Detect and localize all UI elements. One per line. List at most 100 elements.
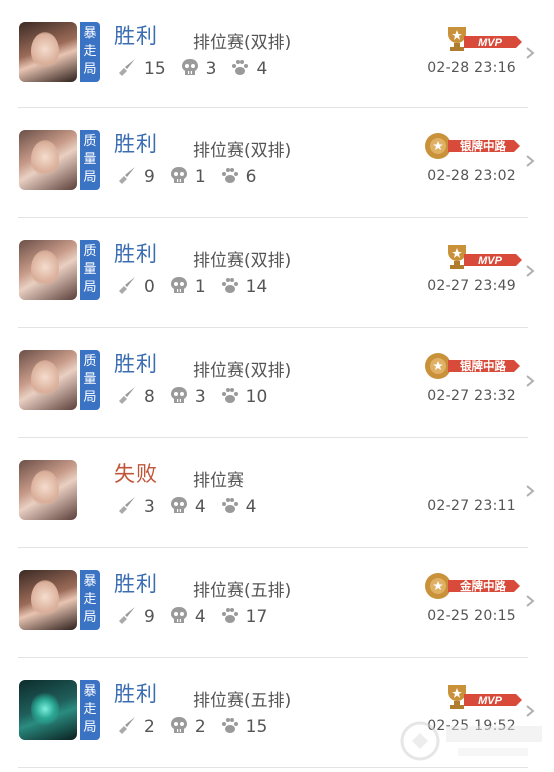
skull-icon — [169, 165, 195, 190]
kda-stats: 344 — [118, 496, 270, 518]
svg-text:MVP: MVP — [478, 255, 503, 267]
match-queue: 排位赛(五排) — [193, 581, 292, 601]
sword-icon — [118, 495, 144, 520]
match-history-list: 暴走局胜利 排位赛(双排) 15 3 4 MVP 02-28 23:16 质量局胜利 排位赛(双… — [0, 0, 554, 768]
kda-stats: 0 1 14 — [118, 276, 281, 298]
mode-tag: 质量局 — [80, 130, 100, 190]
match-queue: 排位赛(双排) — [193, 141, 292, 161]
assists-stat: 4 — [220, 495, 256, 520]
kills-stat: 15 — [118, 57, 166, 82]
assists-stat: 17 — [220, 605, 267, 630]
match-queue: 排位赛 — [193, 471, 244, 491]
skull-icon — [180, 57, 206, 82]
chevron-right-icon[interactable] — [524, 704, 536, 718]
sword-icon — [118, 57, 144, 82]
match-row[interactable]: 质量局胜利 排位赛(双排) 0 1 14 MVP 02-27 23:49 — [0, 218, 554, 328]
match-time: 02-28 23:16 — [427, 60, 516, 76]
deaths-stat: 1 — [169, 275, 206, 300]
paw-icon — [220, 165, 246, 190]
rank-badge: 金牌中路 — [422, 572, 522, 602]
match-row[interactable]: 质量局胜利 排位赛(双排) 8 3 10 银牌中路 02-27 23:32 — [0, 328, 554, 438]
kills-stat: 9 — [118, 605, 155, 630]
deaths-stat: 3 — [169, 385, 206, 410]
mode-tag: 暴走局 — [80, 680, 100, 740]
kda-stats: 15 3 4 — [118, 58, 281, 80]
deaths-stat: 1 — [169, 165, 206, 190]
svg-text:银牌中路: 银牌中路 — [460, 359, 506, 373]
svg-text:银牌中路: 银牌中路 — [460, 139, 506, 153]
paw-icon — [230, 57, 256, 82]
match-time: 02-25 20:15 — [427, 608, 516, 624]
paw-icon — [220, 385, 246, 410]
match-time: 02-28 23:02 — [427, 168, 516, 184]
match-time: 02-27 23:11 — [427, 498, 516, 514]
chevron-right-icon[interactable] — [524, 264, 536, 278]
match-queue: 排位赛(双排) — [193, 33, 292, 53]
kills-stat: 2 — [118, 715, 155, 740]
deaths-stat: 3 — [180, 57, 216, 82]
assists-stat: 4 — [230, 57, 267, 82]
match-time: 02-27 23:32 — [427, 388, 516, 404]
chevron-right-icon[interactable] — [524, 484, 536, 498]
deaths-stat: 4 — [169, 605, 206, 630]
chevron-right-icon[interactable] — [524, 594, 536, 608]
skull-icon — [169, 495, 195, 520]
row-divider — [18, 767, 528, 768]
chevron-right-icon[interactable] — [524, 374, 536, 388]
match-result: 失败 — [114, 462, 158, 486]
chevron-right-icon[interactable] — [524, 154, 536, 168]
match-row[interactable]: 暴走局胜利 排位赛(五排) 9 4 17 金牌中路 02-25 20:15 — [0, 548, 554, 658]
skull-icon — [169, 715, 195, 740]
match-result: 胜利 — [114, 352, 158, 376]
sword-icon — [118, 385, 144, 410]
mvp-badge: MVP — [446, 242, 522, 272]
hero-avatar — [19, 460, 77, 520]
kda-stats: 9 4 17 — [118, 606, 281, 628]
paw-icon — [220, 495, 246, 520]
match-result: 胜利 — [114, 242, 158, 266]
match-queue: 排位赛(五排) — [193, 691, 292, 711]
deaths-stat: 2 — [169, 715, 206, 740]
kda-stats: 2 2 15 — [118, 716, 281, 738]
svg-text:MVP: MVP — [478, 37, 503, 49]
kills-stat: 3 — [118, 495, 155, 520]
match-result: 胜利 — [114, 132, 158, 156]
match-result: 胜利 — [114, 572, 158, 596]
sword-icon — [118, 165, 144, 190]
match-row[interactable]: 失败 排位赛 3 4 4 02-27 23:11 — [0, 438, 554, 548]
skull-icon — [169, 385, 195, 410]
sword-icon — [118, 275, 144, 300]
paw-icon — [220, 605, 246, 630]
match-result: 胜利 — [114, 24, 158, 48]
svg-text:MVP: MVP — [478, 695, 503, 707]
mvp-badge: MVP — [446, 682, 522, 712]
mode-tag: 暴走局 — [80, 570, 100, 630]
hero-avatar — [19, 130, 77, 190]
paw-icon — [220, 275, 246, 300]
assists-stat: 10 — [220, 385, 267, 410]
assists-stat: 6 — [220, 165, 256, 190]
chevron-right-icon[interactable] — [524, 46, 536, 60]
mode-tag: 质量局 — [80, 350, 100, 410]
hero-avatar — [19, 22, 77, 82]
watermark-logo — [400, 721, 542, 761]
skull-icon — [169, 275, 195, 300]
rank-badge: 银牌中路 — [422, 132, 522, 162]
match-result: 胜利 — [114, 682, 158, 706]
sword-icon — [118, 605, 144, 630]
assists-stat: 14 — [220, 275, 267, 300]
assists-stat: 15 — [220, 715, 267, 740]
match-row[interactable]: 质量局胜利 排位赛(双排) 9 1 6 银牌中路 02-28 23:02 — [0, 108, 554, 218]
svg-text:金牌中路: 金牌中路 — [459, 579, 506, 593]
paw-icon — [220, 715, 246, 740]
hero-avatar — [19, 240, 77, 300]
mode-tag: 暴走局 — [80, 22, 100, 82]
sword-icon — [118, 715, 144, 740]
hero-avatar — [19, 570, 77, 630]
kills-stat: 0 — [118, 275, 155, 300]
hero-avatar — [19, 350, 77, 410]
match-row[interactable]: 暴走局胜利 排位赛(双排) 15 3 4 MVP 02-28 23:16 — [0, 0, 554, 108]
rank-badge: 银牌中路 — [422, 352, 522, 382]
mode-tag: 质量局 — [80, 240, 100, 300]
deaths-stat: 4 — [169, 495, 206, 520]
